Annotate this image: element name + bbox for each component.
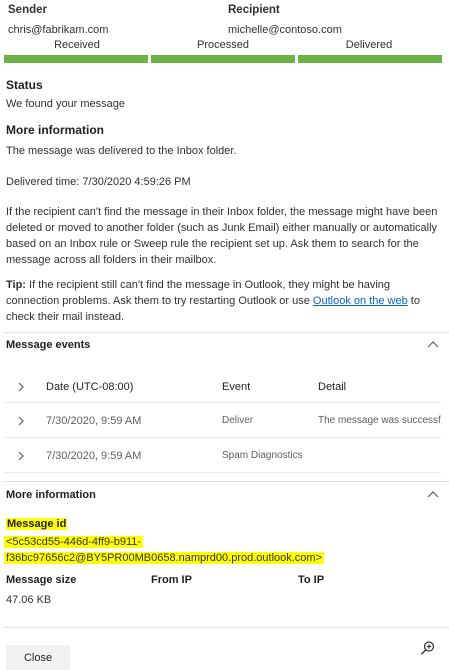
from-ip-label: From IP [151,574,192,586]
message-size-label: Message size [6,574,77,586]
chevron-right-icon[interactable] [16,415,26,427]
chevron-right-icon[interactable] [16,450,26,462]
chevron-up-icon[interactable] [427,339,439,349]
event-row[interactable]: 7/30/2020, 9:59 AM Deliver The message w… [4,405,442,439]
status-heading: Status [6,78,43,92]
progress-segment-delivered [298,55,442,63]
tip-label: Tip: [6,279,26,291]
divider [4,481,449,482]
outlook-web-link[interactable]: Outlook on the web [313,295,408,307]
progress-step-labels: Received Processed Delivered [4,39,442,53]
step-delivered-label: Delivered [345,39,393,51]
to-ip-label: To IP [298,574,325,586]
row-divider [4,437,441,438]
row-divider [4,472,441,473]
message-id-label: Message id [6,518,68,530]
event-date: 7/30/2020, 9:59 AM [46,450,142,462]
step-processed-label: Processed [197,39,249,51]
details-heading[interactable]: More information [6,489,96,501]
step-received-label: Received [54,39,100,51]
event-row[interactable]: 7/30/2020, 9:59 AM Spam Diagnostics [4,440,441,474]
divider [4,627,449,628]
chevron-up-icon[interactable] [427,489,439,499]
chevron-right-icon[interactable] [16,381,26,393]
divider [4,332,449,333]
column-header-date[interactable]: Date (UTC-08:00) [46,381,133,393]
sender-email: chris@fabrikam.com [8,24,109,36]
column-header-detail[interactable]: Detail [318,381,442,393]
close-button[interactable]: Close [6,645,70,670]
event-date: 7/30/2020, 9:59 AM [46,415,142,427]
events-header-row: Date (UTC-08:00) Event Detail [4,371,441,405]
message-id-value-line2: f36bc97656c2@BY5PR00MB0658.namprd00.prod… [4,552,325,564]
more-info-heading: More information [6,123,104,137]
sender-label: Sender [8,4,47,16]
status-text: We found your message [6,98,126,110]
row-divider [4,402,441,403]
event-name: Deliver [222,415,254,426]
tip-paragraph: Tip: If the recipient still can't find t… [6,277,441,325]
message-events-heading[interactable]: Message events [6,339,90,351]
recipient-email: michelle@contoso.com [228,24,342,36]
message-id-value-line1: <5c53cd55-446d-4ff9-b911- [4,536,144,548]
delivery-progress-bar [4,55,442,63]
recipient-label: Recipient [228,4,280,16]
progress-segment-processed [151,55,295,63]
event-name: Spam Diagnostics [222,450,303,461]
recipient-note: If the recipient can't find the message … [6,206,438,266]
zoom-in-icon[interactable] [420,640,436,656]
delivered-time: Delivered time: 7/30/2020 4:59:26 PM [6,176,191,188]
column-header-event[interactable]: Event [222,381,250,393]
delivered-text: The message was delivered to the Inbox f… [6,145,237,157]
message-size-value: 47.06 KB [6,594,52,606]
event-detail: The message was successf... [318,415,442,426]
progress-segment-received [4,55,148,63]
